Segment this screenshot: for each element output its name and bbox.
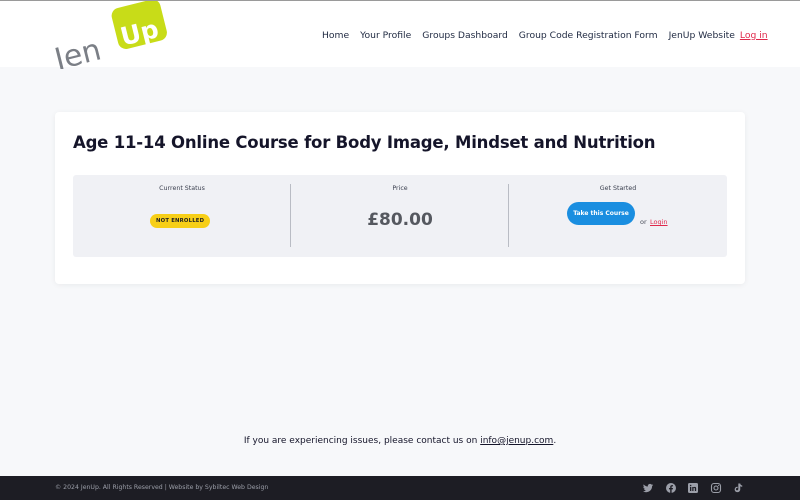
linkedin-icon[interactable] (687, 482, 699, 494)
site-header: Jen Up Home Your Profile Groups Dashboar… (0, 1, 800, 69)
support-message: If you are experiencing issues, please c… (0, 436, 800, 446)
main-nav: Home Your Profile Groups Dashboard Group… (322, 28, 768, 42)
copyright-text: © 2024 JenUp. All Rights Reserved | Webs… (55, 484, 269, 491)
nav-home[interactable]: Home (322, 30, 349, 41)
nav-your-profile[interactable]: Your Profile (360, 30, 411, 41)
course-title: Age 11-14 Online Course for Body Image, … (73, 133, 656, 152)
nav-jenup-website[interactable]: JenUp Website (669, 30, 735, 41)
nav-login-link[interactable]: Log in (740, 30, 768, 41)
price-label: Price (392, 185, 408, 192)
support-text: If you are experiencing issues, please c… (243, 436, 481, 446)
support-email-link[interactable]: info@jenup.com (480, 436, 553, 446)
get-started-label: Get Started (599, 185, 637, 192)
tiktok-icon[interactable] (732, 482, 744, 494)
nav-group-code-registration[interactable]: Group Code Registration Form (519, 30, 658, 41)
course-card: Age 11-14 Online Course for Body Image, … (55, 112, 745, 284)
support-suffix: . (553, 436, 557, 446)
twitter-icon[interactable] (642, 482, 654, 494)
logo-text-jen: Jen (54, 32, 105, 69)
price-column: Price £80.00 (291, 175, 509, 257)
jenup-logo[interactable]: Jen Up (54, 1, 170, 69)
site-footer: © 2024 JenUp. All Rights Reserved | Webs… (0, 476, 800, 500)
social-links (642, 482, 755, 494)
course-status-box: Current Status NOT ENROLLED Price £80.00… (73, 175, 727, 257)
instagram-icon[interactable] (710, 482, 722, 494)
price-value: £80.00 (367, 210, 433, 230)
status-badge: NOT ENROLLED (150, 214, 211, 228)
take-course-button[interactable]: Take this Course (567, 202, 635, 225)
or-text: or (640, 218, 647, 226)
current-status-label: Current Status (159, 185, 205, 192)
status-column: Current Status NOT ENROLLED (73, 175, 291, 257)
login-link[interactable]: Login (650, 218, 668, 226)
facebook-icon[interactable] (665, 482, 677, 494)
nav-groups-dashboard[interactable]: Groups Dashboard (422, 30, 508, 41)
get-started-column: Get Started Take this Course or Login (509, 175, 727, 257)
